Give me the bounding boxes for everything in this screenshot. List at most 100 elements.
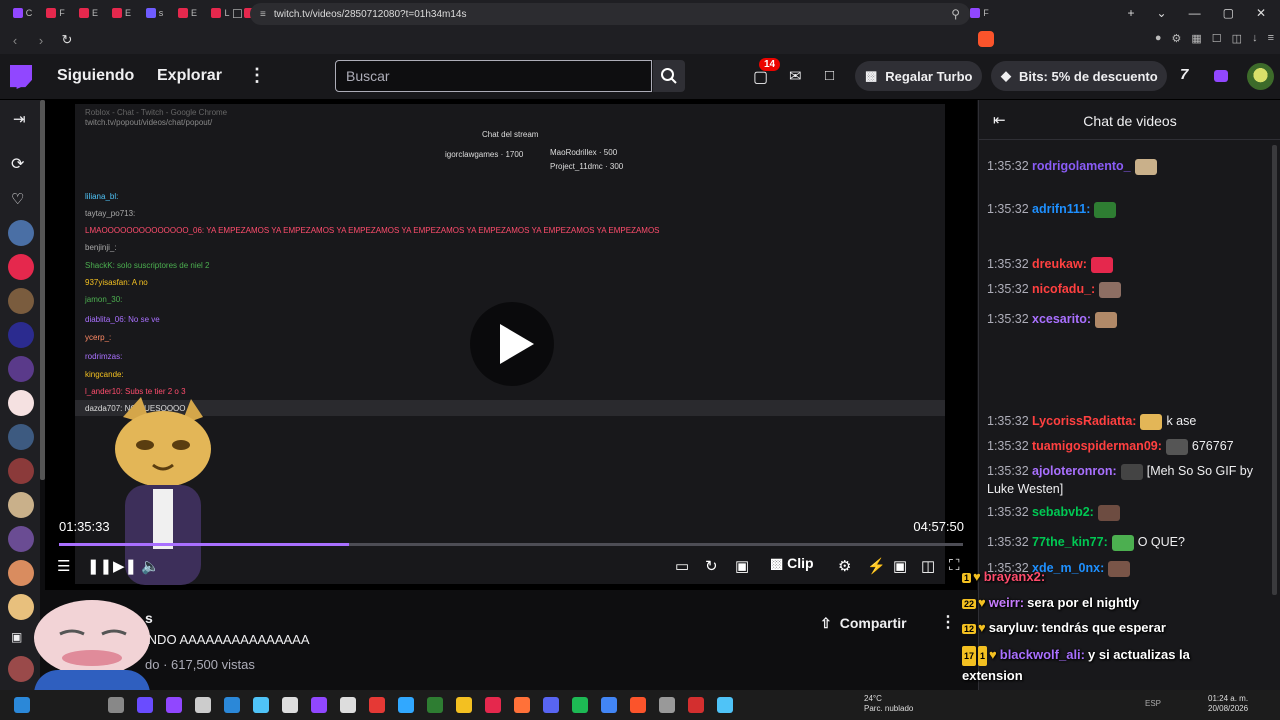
seek-bar[interactable] — [59, 543, 963, 546]
forward-icon[interactable]: › — [30, 33, 52, 48]
chat-username[interactable]: dreukaw: — [1032, 257, 1087, 271]
chat-username[interactable]: nicofadu_: — [1032, 282, 1095, 296]
close-window-button[interactable]: ✕ — [1256, 6, 1266, 20]
site-info-icon[interactable]: ≡ — [260, 9, 266, 20]
taskbar-app-icon[interactable] — [601, 697, 617, 713]
nav-following[interactable]: Siguiendo — [57, 67, 134, 85]
chat-username[interactable]: LycorissRadiatta: — [1032, 414, 1136, 428]
sidebar-toggle-icon[interactable]: ◫ — [921, 557, 935, 575]
chat-username[interactable]: 77the_kin77: — [1032, 535, 1108, 549]
search-input[interactable]: Buscar — [335, 60, 652, 92]
extension-icon[interactable]: ⚙ — [1172, 32, 1182, 45]
channel-avatar[interactable] — [8, 526, 34, 552]
channel-avatar[interactable] — [8, 458, 34, 484]
chat-message[interactable]: 1:35:32 LycorissRadiatta: k ase — [987, 412, 1267, 430]
taskbar-app-icon[interactable] — [485, 697, 501, 713]
taskbar-app-icon[interactable] — [572, 697, 588, 713]
more-options-icon[interactable]: ⋮ — [940, 612, 956, 632]
chat-username[interactable]: xcesarito: — [1032, 312, 1091, 326]
taskbar-app-icon[interactable] — [630, 697, 646, 713]
chat-message[interactable]: 1:35:32 ajoloteronron: [Meh So So GIF by L… — [987, 462, 1267, 498]
browser-tab[interactable]: F — [39, 3, 72, 23]
browser-tab[interactable]: s — [138, 3, 171, 23]
pause-icon[interactable]: ❚❚ — [87, 557, 112, 575]
maximize-button[interactable]: ▢ — [1223, 6, 1234, 20]
system-clock[interactable]: 01:24 a. m. 20/08/2026 — [1208, 694, 1248, 714]
weather-widget[interactable]: 24°C Parc. nublado — [864, 694, 913, 714]
chat-message[interactable]: 1:35:32 nicofadu_: — [987, 280, 1267, 298]
taskbar-app-icon[interactable] — [108, 697, 124, 713]
twitch-logo-icon[interactable] — [10, 65, 32, 89]
chat-message[interactable]: 1:35:32 xcesarito: — [987, 310, 1267, 328]
taskbar-app-icon[interactable] — [166, 697, 182, 713]
mute-captions-icon[interactable]: ▭ — [675, 557, 689, 575]
heart-icon[interactable]: ♡ — [11, 190, 24, 208]
channel-avatar[interactable] — [8, 390, 34, 416]
taskbar-app-icon[interactable] — [369, 697, 385, 713]
extension-icon[interactable]: ● — [1155, 32, 1162, 45]
user-avatar[interactable] — [1247, 63, 1274, 90]
brave-shield-icon[interactable] — [978, 31, 994, 47]
chat-username[interactable]: adrifn111: — [1032, 202, 1090, 216]
channel-avatar[interactable] — [8, 560, 34, 586]
chat-username[interactable]: tuamigospiderman09: — [1032, 439, 1162, 453]
settings-gear-icon[interactable]: ⚙ — [838, 557, 851, 575]
back-icon[interactable]: ‹ — [4, 33, 26, 48]
next-icon[interactable]: ▶❚ — [113, 557, 137, 575]
channel-avatar[interactable] — [8, 220, 34, 246]
chat-message[interactable]: 1:35:32 77the_kin77: O QUE? — [987, 533, 1267, 551]
nav-more-button[interactable]: ⋮ — [248, 65, 266, 86]
extension-badge-icon[interactable] — [1214, 70, 1228, 82]
refresh-icon[interactable]: ⟳ — [11, 154, 24, 174]
nav-explore[interactable]: Explorar — [157, 67, 222, 85]
chat-scrollbar[interactable] — [1272, 145, 1277, 595]
taskbar-app-icon[interactable] — [514, 697, 530, 713]
language-indicator[interactable]: ESP — [1145, 699, 1161, 708]
theatre-mode-icon[interactable]: ▣ — [893, 557, 907, 575]
taskbar-app-icon[interactable] — [253, 697, 269, 713]
download-icon[interactable]: ↓ — [1252, 32, 1258, 45]
windows-start-icon[interactable] — [14, 697, 30, 713]
chat-message[interactable]: 1:35:32 tuamigospiderman09: 676767 — [987, 437, 1267, 455]
taskbar-app-icon[interactable] — [398, 697, 414, 713]
pip-icon[interactable]: ▣ — [735, 557, 749, 575]
browser-tab[interactable]: E — [72, 3, 105, 23]
taskbar-app-icon[interactable] — [427, 697, 443, 713]
taskbar-app-icon[interactable] — [282, 697, 298, 713]
lightning-icon[interactable]: ⚡ — [867, 557, 886, 575]
taskbar-app-icon[interactable] — [311, 697, 327, 713]
taskbar-app-icon[interactable] — [456, 697, 472, 713]
bookmark-icon[interactable]: ☐ — [232, 7, 243, 21]
bookmark-list-icon[interactable]: ☐ — [1212, 32, 1222, 45]
expand-sidebar-icon[interactable]: ⇥ — [13, 110, 26, 128]
channel-avatar[interactable] — [8, 288, 34, 314]
channel-avatar[interactable] — [8, 322, 34, 348]
camera-icon[interactable]: ▣ — [11, 630, 22, 644]
channel-avatar[interactable] — [8, 424, 34, 450]
zoom-icon[interactable]: ⚲ — [951, 7, 960, 21]
menu-icon[interactable]: ≡ — [1268, 32, 1274, 45]
browser-tab[interactable]: C — [6, 3, 39, 23]
channel-avatar[interactable] — [8, 356, 34, 382]
chat-message[interactable]: 1:35:32 sebabvb2: — [987, 503, 1267, 521]
taskbar-app-icon[interactable] — [717, 697, 733, 713]
browser-tab[interactable]: E — [171, 3, 204, 23]
gift-turbo-button[interactable]: ▩ Regalar Turbo — [855, 61, 982, 91]
new-tab-button[interactable]: + — [1128, 6, 1135, 20]
whispers-icon[interactable]: □ — [825, 67, 834, 84]
video-player[interactable]: Roblox - Chat - Twitch - Google Chrome t… — [45, 100, 977, 590]
taskbar-app-icon[interactable] — [543, 697, 559, 713]
sidebar-toggle-icon[interactable]: ◫ — [1232, 32, 1242, 45]
taskbar-app-icon[interactable] — [195, 697, 211, 713]
minimize-button[interactable]: — — [1189, 6, 1201, 20]
volume-icon[interactable]: 🔈 — [141, 557, 160, 575]
loop-icon[interactable]: ↻ — [705, 557, 718, 575]
chat-username[interactable]: ajoloteronron: — [1032, 464, 1117, 478]
playlist-icon[interactable]: ☰ — [57, 557, 70, 575]
chat-message[interactable]: 1:35:32 adrifn111: — [987, 200, 1267, 218]
puzzle-icon[interactable]: ▦ — [1191, 32, 1201, 45]
chat-username[interactable]: rodrigolamento_ — [1032, 159, 1131, 173]
chat-message[interactable]: 1:35:32 dreukaw: — [987, 255, 1267, 273]
share-button[interactable]: ⇧ Compartir — [820, 610, 907, 636]
inbox-icon[interactable]: ✉ — [789, 67, 802, 85]
